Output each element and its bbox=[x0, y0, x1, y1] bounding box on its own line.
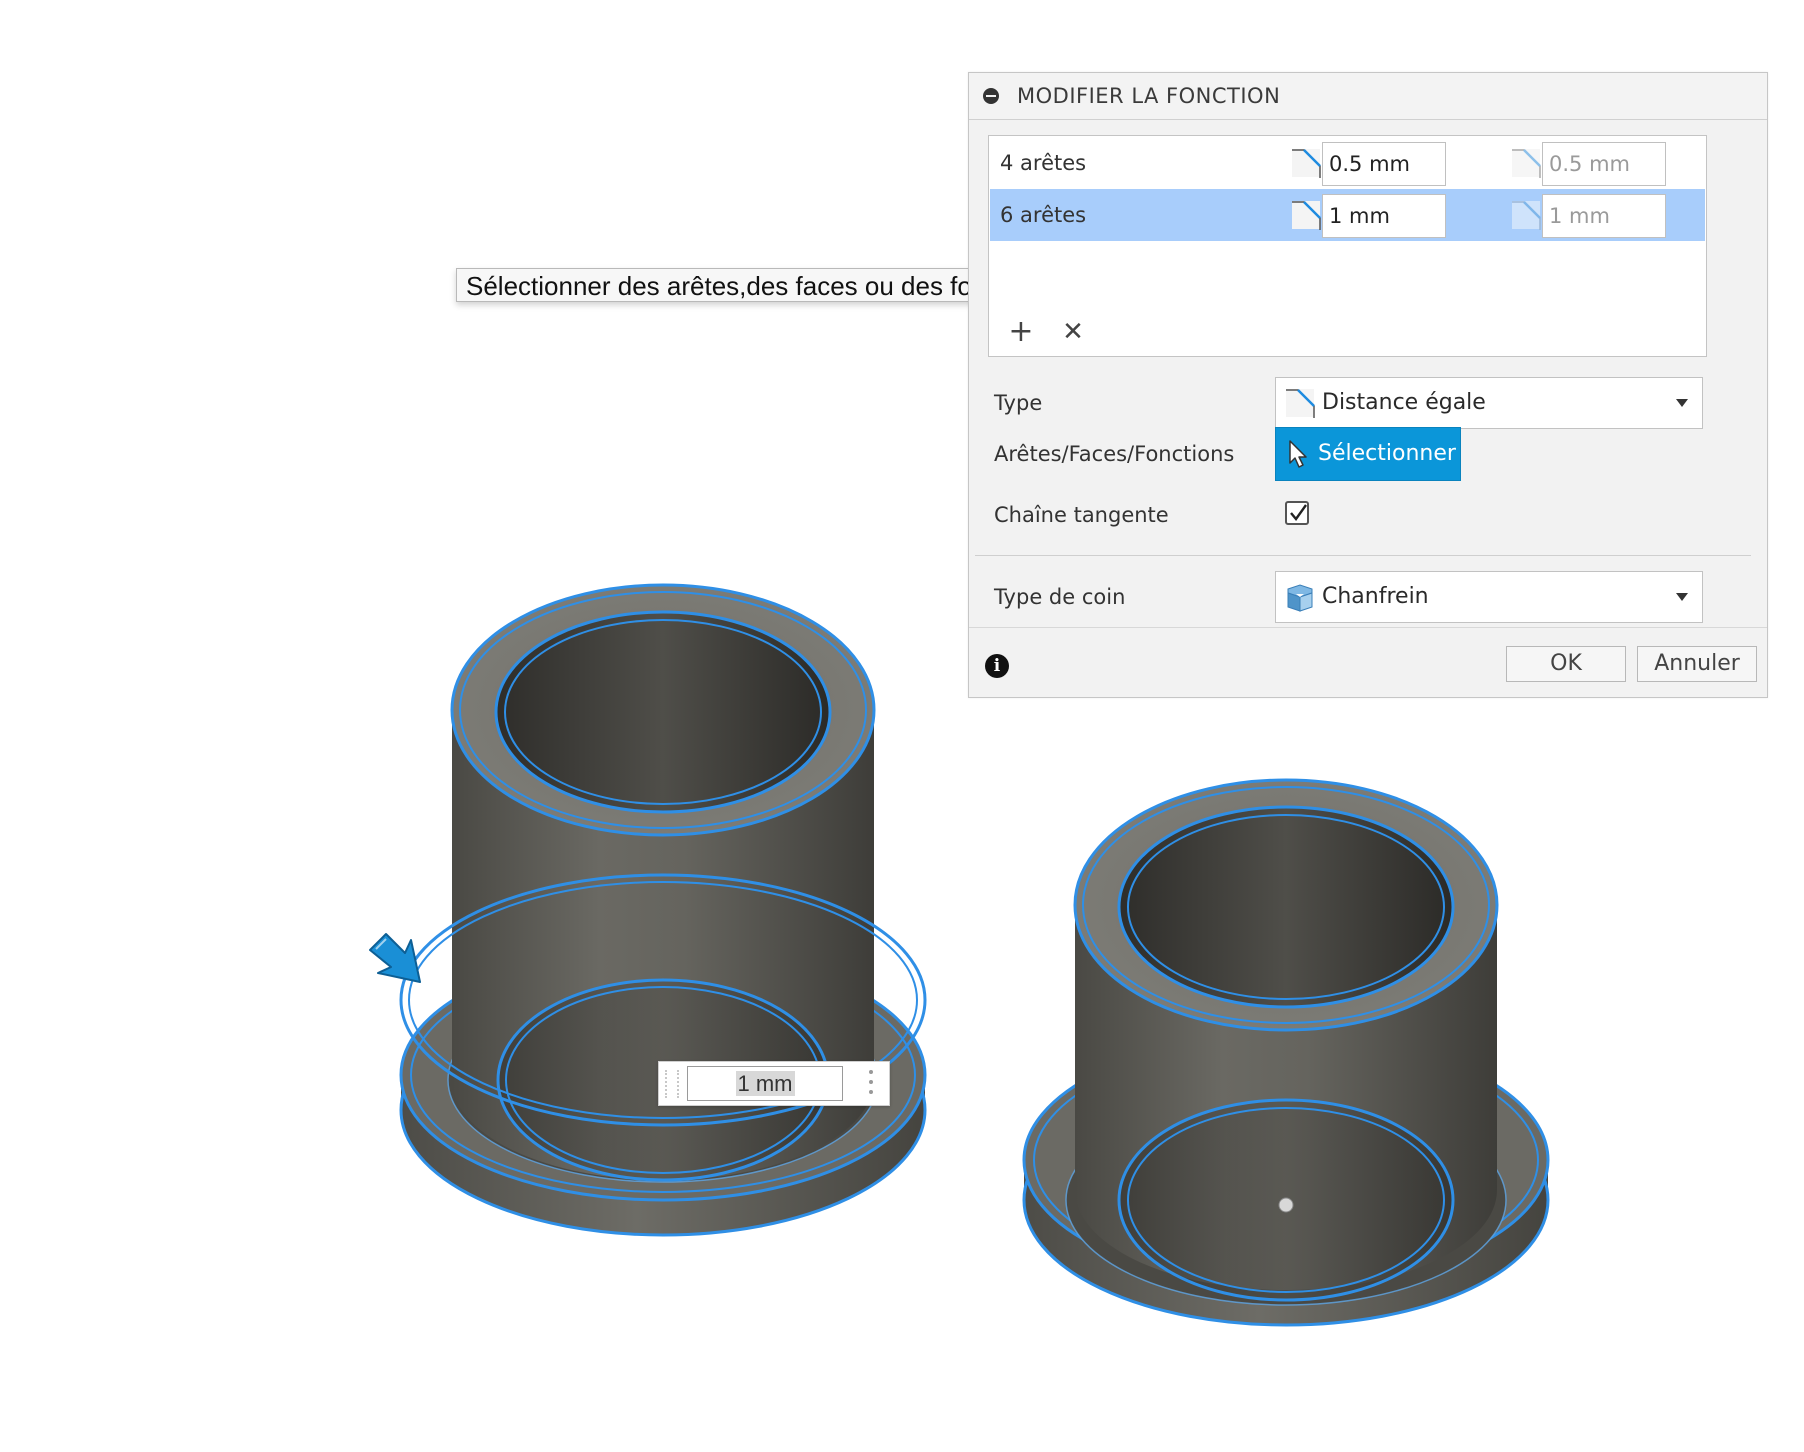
info-icon[interactable]: i bbox=[985, 654, 1009, 678]
corner-type-value: Chanfrein bbox=[1322, 584, 1429, 609]
ok-button[interactable]: OK bbox=[1506, 646, 1626, 682]
chevron-down-icon bbox=[1676, 593, 1688, 601]
select-button-label: Sélectionner bbox=[1318, 441, 1456, 466]
chamfer-distance-icon bbox=[1290, 147, 1322, 179]
checkmark-icon bbox=[1290, 504, 1307, 521]
select-button[interactable]: Sélectionner bbox=[1275, 427, 1461, 481]
dialog-title: MODIFIER LA FONCTION bbox=[1017, 84, 1281, 108]
edges-label: Arêtes/Faces/Fonctions bbox=[994, 442, 1235, 466]
section-divider bbox=[975, 555, 1751, 556]
plus-icon[interactable]: + bbox=[1005, 314, 1037, 350]
selection-set-label: 4 arêtes bbox=[1000, 151, 1087, 175]
chamfer-drag-arrow-icon[interactable] bbox=[369, 933, 421, 983]
distance2-input: 1 mm bbox=[1542, 194, 1666, 238]
cursor-icon bbox=[1286, 439, 1310, 469]
x-icon[interactable]: ✕ bbox=[1057, 314, 1089, 350]
left-bushing-model[interactable] bbox=[399, 583, 927, 1237]
dialog-footer: i OK Annuler bbox=[969, 627, 1767, 698]
chamfer-distance-icon bbox=[1290, 199, 1322, 231]
selection-set-list: 4 arêtes 0.5 mm 0.5 mm 6 arêtes 1 mm 1 m… bbox=[988, 135, 1707, 357]
chamfer-corner-icon bbox=[1284, 581, 1316, 613]
canvas-distance-value: 1 mm bbox=[735, 1071, 795, 1096]
dialog-header[interactable]: MODIFIER LA FONCTION bbox=[969, 73, 1767, 120]
distance2-input: 0.5 mm bbox=[1542, 142, 1666, 186]
canvas-distance-field[interactable]: 1 mm bbox=[687, 1066, 843, 1101]
type-value: Distance égale bbox=[1322, 390, 1486, 415]
distance-input[interactable]: 0.5 mm bbox=[1322, 142, 1446, 186]
selection-set-row[interactable]: 4 arêtes 0.5 mm 0.5 mm bbox=[990, 137, 1705, 189]
type-label: Type bbox=[994, 391, 1043, 415]
corner-type-label: Type de coin bbox=[994, 585, 1126, 609]
tangent-chain-label: Chaîne tangente bbox=[994, 503, 1169, 527]
more-options-icon[interactable] bbox=[869, 1070, 873, 1098]
cancel-button[interactable]: Annuler bbox=[1637, 646, 1757, 682]
chevron-down-icon bbox=[1676, 399, 1688, 407]
right-bushing-model[interactable] bbox=[1022, 778, 1550, 1327]
equal-distance-chamfer-icon bbox=[1284, 387, 1316, 419]
type-dropdown[interactable]: Distance égale bbox=[1275, 377, 1703, 429]
collapse-icon[interactable] bbox=[983, 88, 999, 104]
canvas-distance-input[interactable]: 1 mm bbox=[658, 1061, 890, 1106]
chamfer-distance2-icon bbox=[1510, 199, 1542, 231]
corner-type-dropdown[interactable]: Chanfrein bbox=[1275, 571, 1703, 623]
chamfer-distance2-icon bbox=[1510, 147, 1542, 179]
selection-set-row-selected[interactable]: 6 arêtes 1 mm 1 mm bbox=[990, 189, 1705, 241]
edit-feature-dialog: MODIFIER LA FONCTION 4 arêtes 0.5 mm 0.5… bbox=[968, 72, 1768, 698]
distance-input[interactable]: 1 mm bbox=[1322, 194, 1446, 238]
drag-grip-icon[interactable] bbox=[665, 1070, 679, 1098]
selection-set-label: 6 arêtes bbox=[1000, 203, 1087, 227]
tangent-chain-checkbox[interactable] bbox=[1285, 501, 1309, 525]
